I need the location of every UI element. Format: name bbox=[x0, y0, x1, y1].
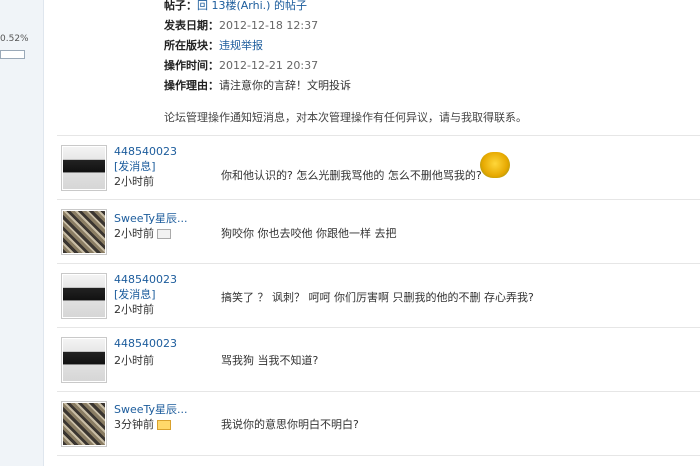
message-text: 我说你的意思你明白不明白? bbox=[221, 418, 359, 431]
list-item: SweeTy星辰... 3分钟前 我说你的意思你明白不明白? bbox=[57, 399, 700, 462]
list-item: SweeTy星辰... 2小时前 狗咬你 你也去咬他 你跟他一样 去把 bbox=[57, 207, 700, 270]
reason-value: 请注意你的言辞！文明投诉 bbox=[219, 79, 351, 92]
timestamp: 2小时前 bbox=[114, 303, 154, 316]
avatar[interactable] bbox=[61, 273, 107, 319]
list-item: 448540023 [发消息] 2小时前 你和他认识的? 怎么光删我骂他的 怎么… bbox=[57, 143, 700, 206]
optime-label: 操作时间： bbox=[164, 59, 219, 72]
avatar[interactable] bbox=[61, 209, 107, 255]
divider bbox=[57, 391, 700, 392]
notice-footer: 论坛管理操作通知短消息，对本次管理操作有任何异议，请与我取得联系。 bbox=[164, 111, 527, 124]
optime-value: 2012-12-21 20:37 bbox=[219, 59, 319, 72]
post-label: 帖子： bbox=[164, 0, 197, 12]
message-text: 你和他认识的? 怎么光删我骂他的 怎么不删他骂我的? bbox=[221, 169, 482, 182]
username-link[interactable]: 448540023 bbox=[114, 337, 177, 350]
avatar[interactable] bbox=[61, 337, 107, 383]
envelope-icon[interactable] bbox=[157, 420, 171, 430]
board-label: 所在版块： bbox=[164, 39, 219, 52]
avatar[interactable] bbox=[61, 145, 107, 191]
send-message-link[interactable]: [发消息] bbox=[114, 158, 156, 174]
list-item: 448540023 [发消息] 2小时前 搞笑了 ？ 讽刺？ 呵呵 你们厉害啊 … bbox=[57, 271, 700, 334]
reason-label: 操作理由： bbox=[164, 79, 219, 92]
date-value: 2012-12-18 12:37 bbox=[219, 19, 319, 32]
smiley-icon bbox=[480, 152, 510, 178]
timestamp: 2小时前 bbox=[114, 175, 154, 188]
percent-label: 0.52% bbox=[0, 34, 29, 44]
percent-bar bbox=[0, 50, 25, 59]
envelope-icon[interactable] bbox=[157, 229, 171, 239]
username-link[interactable]: 448540023 bbox=[114, 145, 177, 158]
username-link[interactable]: SweeTy星辰... bbox=[114, 401, 188, 417]
username-link[interactable]: SweeTy星辰... bbox=[114, 210, 188, 226]
board-link[interactable]: 违规举报 bbox=[219, 39, 263, 52]
timestamp: 2小时前 bbox=[114, 227, 154, 240]
divider bbox=[57, 455, 700, 456]
post-link[interactable]: 回 13楼(Arhi.) 的帖子 bbox=[197, 0, 307, 12]
list-item: 448540023 2小时前 骂我狗 当我不知道? bbox=[57, 335, 700, 398]
left-panel: 0.52% bbox=[0, 0, 44, 466]
timestamp: 2小时前 bbox=[114, 354, 154, 367]
divider bbox=[57, 327, 700, 328]
divider bbox=[57, 263, 700, 264]
send-message-link[interactable]: [发消息] bbox=[114, 286, 156, 302]
message-text: 骂我狗 当我不知道? bbox=[221, 354, 319, 367]
divider bbox=[57, 135, 700, 136]
username-link[interactable]: 448540023 bbox=[114, 273, 177, 286]
divider bbox=[57, 199, 700, 200]
admin-notice: 帖子：回 13楼(Arhi.) 的帖子 发表日期：2012-12-18 12:3… bbox=[164, 0, 527, 128]
date-label: 发表日期： bbox=[164, 19, 219, 32]
timestamp: 3分钟前 bbox=[114, 418, 154, 431]
message-text: 搞笑了 ？ 讽刺？ 呵呵 你们厉害啊 只删我的他的不删 存心弄我? bbox=[221, 291, 534, 304]
message-text: 狗咬你 你也去咬他 你跟他一样 去把 bbox=[221, 227, 397, 240]
avatar[interactable] bbox=[61, 401, 107, 447]
